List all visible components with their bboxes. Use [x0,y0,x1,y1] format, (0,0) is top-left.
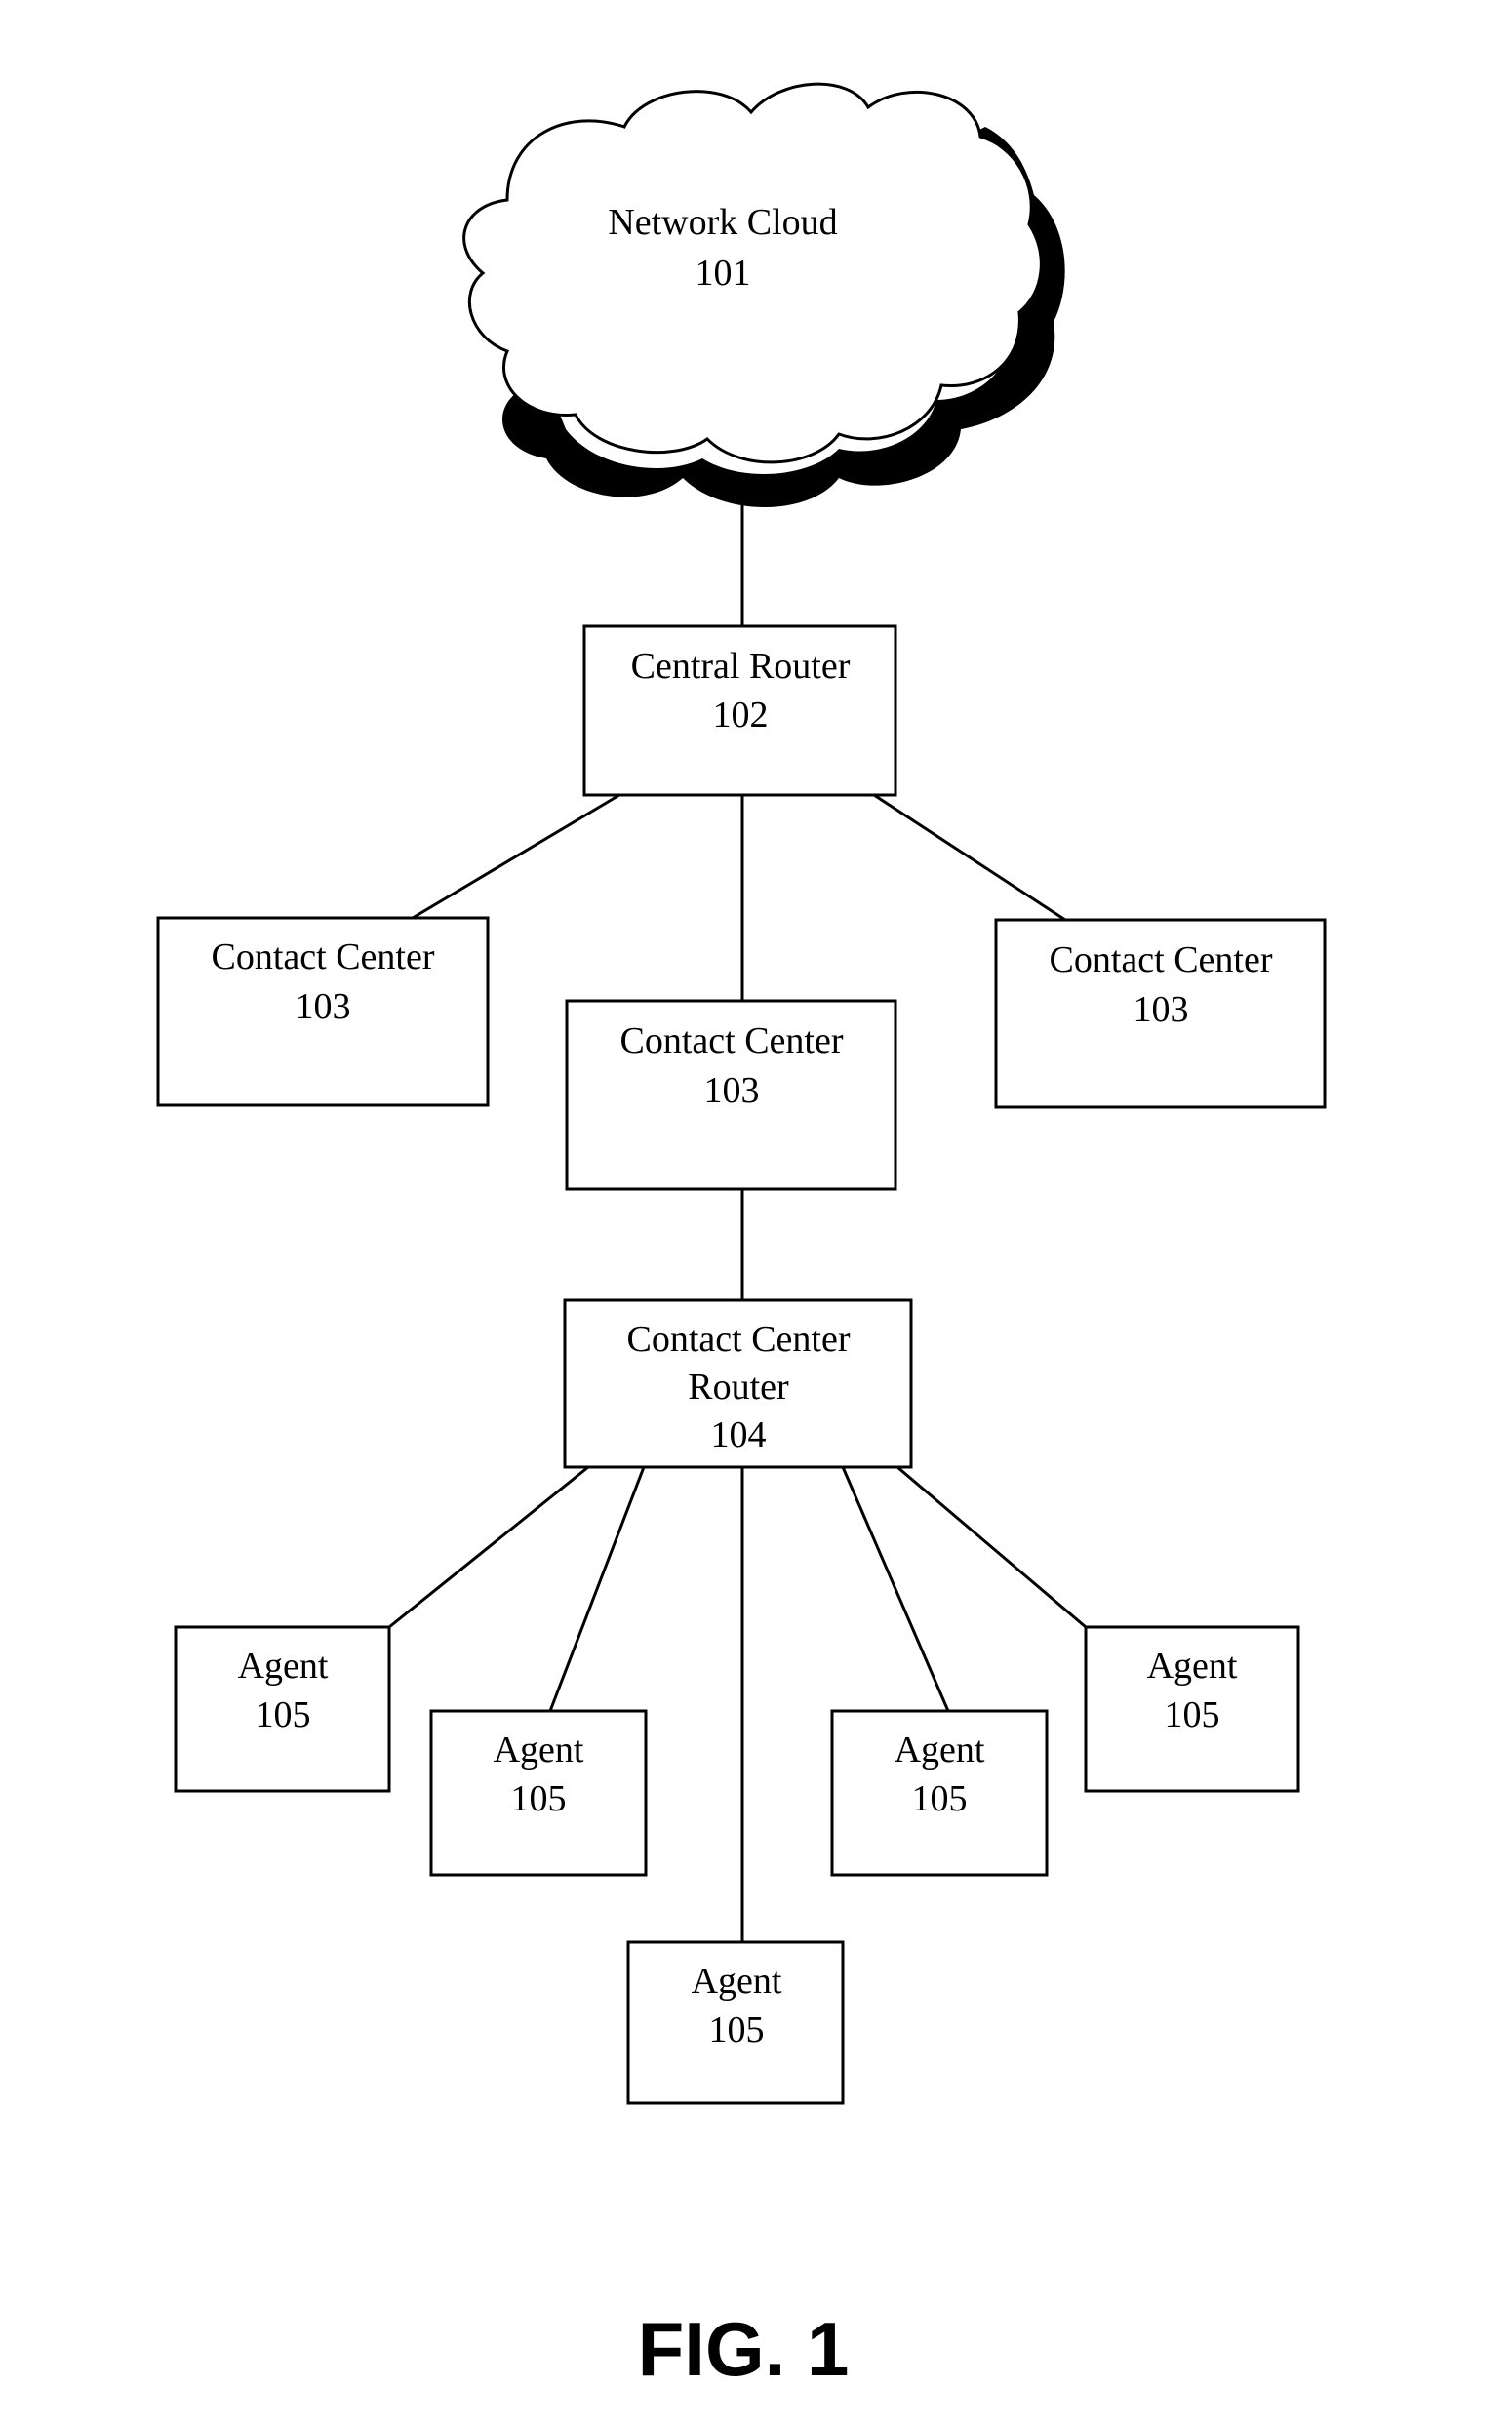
network-diagram: Network Cloud 101 Central Router 102 Con… [156,82,1327,2392]
contact-center-left-node: Contact Center 103 [156,916,490,1107]
agent-4-label-line-1: Agent [895,1730,985,1770]
central-router-node: Central Router 102 [582,624,897,797]
contact-center-router-node: Contact Center Router 104 [563,1298,913,1469]
central-router-label-line-1: Central Router [631,646,851,687]
cloud-label-line-1: Network Cloud [608,202,837,243]
agent-3-label-line-2: 105 [709,2009,765,2050]
edge-router-agent-1 [388,1465,589,1629]
agent-5-label-line-1: Agent [1147,1646,1238,1687]
edge-central-router-contact-center-left [412,793,620,920]
contact-center-right-label-line-1: Contact Center [1050,939,1273,980]
edge-central-router-contact-center-right [873,793,1066,922]
agent-2-label-line-2: 105 [511,1778,567,1819]
agent-5-label-line-2: 105 [1165,1694,1220,1735]
agent-1-label-line-2: 105 [256,1694,311,1735]
edge-router-agent-2 [548,1466,646,1712]
contact-center-router-label-line-3: 104 [711,1414,767,1455]
agent-2-label-line-1: Agent [494,1730,584,1770]
agent-1-label-line-1: Agent [238,1646,329,1687]
contact-center-right-node: Contact Center 103 [994,918,1327,1109]
contact-center-middle-node: Contact Center 103 [565,999,897,1191]
agent-5-node: Agent 105 [1084,1625,1300,1793]
agent-2-node: Agent 105 [429,1709,648,1877]
contact-center-router-label-line-1: Contact Center [627,1319,851,1360]
agent-3-node: Agent 105 [626,1940,845,2105]
agent-4-label-line-2: 105 [912,1778,968,1819]
network-cloud-node: Network Cloud 101 [462,82,1065,507]
agent-3-label-line-1: Agent [692,1961,782,2002]
contact-center-router-label-line-2: Router [688,1367,789,1408]
central-router-label-line-2: 102 [713,695,769,736]
contact-center-middle-label-line-1: Contact Center [620,1020,844,1061]
contact-center-left-label-line-2: 103 [296,986,351,1027]
edge-router-agent-5 [896,1465,1087,1629]
edge-router-agent-4 [841,1466,950,1712]
contact-center-middle-label-line-2: 103 [704,1070,760,1111]
agent-1-node: Agent 105 [174,1625,391,1793]
contact-center-left-label-line-1: Contact Center [212,936,435,977]
contact-center-right-label-line-2: 103 [1134,989,1189,1030]
cloud-label-line-2: 101 [696,253,751,294]
agent-4-node: Agent 105 [830,1709,1049,1877]
figure-label: FIG. 1 [638,2306,850,2392]
